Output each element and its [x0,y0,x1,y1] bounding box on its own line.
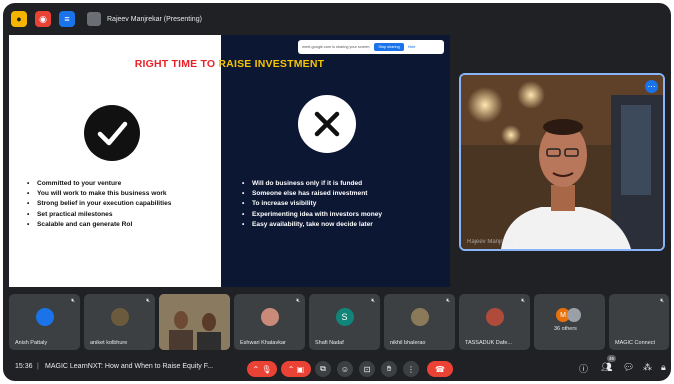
participant-name: Eshwari Khatavkar [240,340,286,346]
avatar [567,308,581,322]
speaker-video-tile[interactable]: ⋯ Rajeev Manjrekar [459,73,665,251]
right-bullet-list: Will do business only if it is funded So… [242,179,382,230]
slide-title-part2: RAISE INVESTMENT [215,58,325,70]
slide-right-panel [221,35,450,287]
avatar [410,308,429,326]
bottom-bar: 15:36 | MAGIC LearnNXT: How and When to … [3,355,671,381]
checkmark-icon [84,105,140,161]
participant-name: MAGIC Connect [615,340,656,346]
top-bar: ● ◉ ≡ Rajeev Manjrekar (Presenting) [3,3,671,33]
participant-name: Shafi Nadaf [315,340,344,346]
list-item: You will work to make this business work [27,189,171,199]
participant-tile[interactable]: 🔇︎ aniket kolbhure [84,294,155,350]
more-options-icon[interactable]: ⋯ [645,80,658,93]
lock-icon[interactable]: 🔒︎ [661,362,666,373]
record-indicator-icon[interactable]: ● [11,11,27,27]
stop-sharing-button[interactable]: Stop sharing [374,43,404,51]
clock: 15:36 [15,363,33,370]
share-banner-text: meet.google.com is sharing your screen. [302,45,371,49]
activities-icon[interactable]: ⁂ [643,362,652,373]
hide-button[interactable]: Hide [408,45,416,49]
meet-window: ● ◉ ≡ Rajeev Manjrekar (Presenting) meet… [3,3,671,381]
cross-icon [298,95,356,153]
slide-title: RIGHT TIME TO RAISE INVESTMENT [9,58,450,70]
info-icon[interactable]: ⓘ [579,362,588,375]
list-item: Set practical milestones [27,210,171,220]
list-item: Strong belief in your execution capabili… [27,199,171,209]
avatar [35,308,54,326]
participant-name: aniket kolbhure [90,340,128,346]
participant-video-image [159,294,230,350]
presenter-avatar [87,12,101,26]
camera-toggle-button[interactable]: ⌃ ▣ [281,361,311,377]
list-item: Committed to your venture [27,179,171,189]
list-item: Will do business only if it is funded [242,179,382,189]
list-item: Experimenting idea with investors money [242,210,382,220]
avatar [110,308,129,326]
separator: | [37,363,39,370]
mic-off-icon: 🔇︎ [446,298,450,304]
others-tile[interactable]: M 36 others [534,294,605,350]
avatar [485,308,504,326]
mic-off-icon: 🔇︎ [660,298,664,304]
participant-count-badge: 45 [607,355,617,362]
participant-tile[interactable]: 🔇︎ S Shafi Nadaf [309,294,380,350]
participant-tile[interactable]: 🔇︎ Eshwari Khatavkar [234,294,305,350]
speaker-video-image [461,75,663,249]
participant-name: nikhil bhalerao [390,340,426,346]
mic-toggle-button[interactable]: ⌃ 🎙︎ [247,361,277,377]
participant-video-tile[interactable] [159,294,230,350]
slide-left-panel [9,35,221,287]
more-options-icon[interactable]: ⋮ [403,361,419,377]
participant-tile[interactable]: 🔇︎ TASSADUK Dafe... [459,294,530,350]
list-item: Easy availability, take now decide later [242,220,382,230]
participant-name: Anish Pattaly [15,340,48,346]
participant-tile[interactable]: 🔇︎ nikhil bhalerao [384,294,455,350]
left-bullet-list: Committed to your venture You will work … [27,179,171,230]
emoji-icon[interactable]: ☺ [337,361,353,377]
presenter-name: Rajeev Manjrekar (Presenting) [107,15,202,23]
mic-off-icon: 🔇︎ [296,298,300,304]
list-item: Someone else has raised investment [242,189,382,199]
others-count: 36 others [554,326,577,332]
participant-strip: 🔇︎ Anish Pattaly 🔇︎ aniket kolbhure 🔇︎ E… [3,294,671,352]
avatar [260,308,279,326]
screen-share-banner: meet.google.com is sharing your screen. … [298,40,444,54]
list-item: Scalable and can generate RoI [27,220,171,230]
chat-icon[interactable]: 💬︎ [623,362,634,373]
raise-hand-icon[interactable]: ✋︎ [381,361,397,377]
meeting-title: MAGIC LearnNXT: How and When to Raise Eq… [45,363,214,370]
mic-off-icon: 🔇︎ [521,298,525,304]
mic-off-icon: 🔇︎ [71,298,75,304]
participant-tile[interactable]: 🔇︎ Anish Pattaly [9,294,80,350]
captions-icon[interactable]: ⧉ [315,361,331,377]
stop-record-icon[interactable]: ◉ [35,11,51,27]
list-item: To increase visibility [242,199,382,209]
presenter-label: Rajeev Manjrekar (Presenting) [87,9,202,29]
people-icon[interactable]: 👥︎ [601,362,612,373]
present-icon[interactable]: ⊡ [359,361,375,377]
mic-off-icon: 🔇︎ [371,298,375,304]
leave-call-button[interactable]: ☎︎ [427,361,453,377]
speaker-name: Rajeev Manjrekar [467,239,515,245]
slide-title-part1: RIGHT TIME TO [134,58,216,70]
mic-off-icon: 🔇︎ [146,298,150,304]
participant-tile[interactable]: 🔇︎ MAGIC Connect [609,294,669,350]
avatar: S [335,308,354,326]
presentation-slide: meet.google.com is sharing your screen. … [9,35,450,287]
participant-name: TASSADUK Dafe... [465,340,512,346]
host-controls-icon[interactable]: ≡ [59,11,75,27]
